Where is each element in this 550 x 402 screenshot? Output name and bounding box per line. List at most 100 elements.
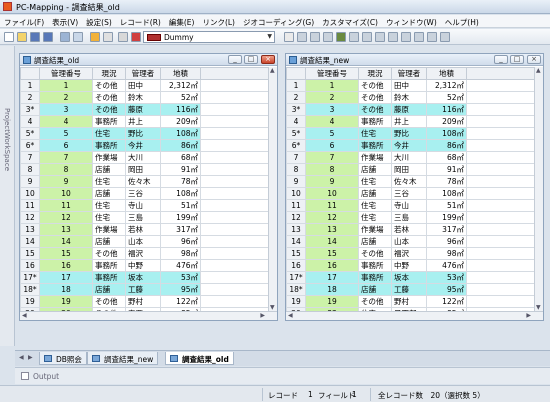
- cell-owner[interactable]: 佐々木: [391, 175, 427, 188]
- table-row[interactable]: 13 13 作業場 若林 317㎡: [20, 223, 269, 236]
- column-header[interactable]: 管理者: [391, 67, 427, 80]
- cell-owner[interactable]: 三島: [391, 211, 427, 224]
- row-number[interactable]: 8: [20, 163, 40, 176]
- cell-owner[interactable]: 田中: [391, 79, 427, 92]
- row-number[interactable]: 1: [286, 79, 306, 92]
- cell-area[interactable]: 108㎡: [426, 187, 467, 200]
- table-row[interactable]: 8 8 店舗 岡田 91㎡: [286, 163, 535, 176]
- cell-id[interactable]: 10: [39, 187, 93, 200]
- cell-owner[interactable]: 工藤: [391, 283, 427, 296]
- cell-owner[interactable]: 若林: [391, 223, 427, 236]
- table-row[interactable]: 11 11 住宅 寺山 51㎡: [20, 199, 269, 212]
- cell-area[interactable]: 122㎡: [426, 295, 467, 308]
- geocode-tool-icon[interactable]: [336, 32, 346, 42]
- cell-owner[interactable]: 井上: [391, 115, 427, 128]
- table-row[interactable]: 10 10 店舗 三谷 108㎡: [286, 187, 535, 200]
- cell-owner[interactable]: 大川: [125, 151, 161, 164]
- row-number[interactable]: 8: [286, 163, 306, 176]
- menu-item[interactable]: ファイル(F): [0, 15, 48, 27]
- preview-icon[interactable]: [73, 32, 83, 42]
- menu-item[interactable]: カスタマイズ(C): [318, 15, 382, 27]
- menu-item[interactable]: 表示(V): [48, 15, 82, 27]
- cell-status[interactable]: 住宅: [358, 127, 392, 140]
- row-number[interactable]: 19: [286, 295, 306, 308]
- window-old[interactable]: 調査結果_old _ □ × 管理番号 現況 管理者 地積 1 1 その他 田中 2,3…: [19, 53, 278, 321]
- table-row[interactable]: 14 14 店舗 山本 96㎡: [286, 235, 535, 248]
- tab-results-new[interactable]: 調査結果_new: [87, 352, 159, 365]
- open-folder-icon[interactable]: [17, 32, 27, 42]
- grid-tool-icon[interactable]: [284, 32, 294, 42]
- link-tool-icon[interactable]: [323, 32, 333, 42]
- table-row[interactable]: 19 19 その他 野村 122㎡: [286, 295, 535, 308]
- table-row[interactable]: 1 1 その他 田中 2,312㎡: [20, 79, 269, 92]
- cell-id[interactable]: 3: [39, 103, 93, 116]
- close-button[interactable]: ×: [261, 55, 275, 64]
- minimize-button[interactable]: _: [228, 55, 242, 64]
- cell-id[interactable]: 14: [305, 235, 359, 248]
- cell-area[interactable]: 51㎡: [426, 199, 467, 212]
- cell-status[interactable]: 事務所: [92, 115, 126, 128]
- row-number[interactable]: 6*: [20, 139, 40, 152]
- table-row[interactable]: 7 7 作業場 大川 68㎡: [20, 151, 269, 164]
- table-row[interactable]: 4 4 事務所 井上 209㎡: [286, 115, 535, 128]
- row-number-header[interactable]: [20, 67, 40, 80]
- cell-area[interactable]: 68㎡: [160, 151, 201, 164]
- cell-owner[interactable]: 今井: [125, 139, 161, 152]
- window-new[interactable]: 調査結果_new _ □ × 管理番号 現況 管理者 地積 1 1 その他 田中 2,3…: [285, 53, 544, 321]
- table-row[interactable]: 15 15 その他 福沢 98㎡: [20, 247, 269, 260]
- cell-status[interactable]: 作業場: [358, 223, 392, 236]
- table-row[interactable]: 9 9 住宅 佐々木 78㎡: [20, 175, 269, 188]
- cell-id[interactable]: 11: [305, 199, 359, 212]
- maximize-button[interactable]: □: [244, 55, 258, 64]
- cell-id[interactable]: 18: [39, 283, 93, 296]
- cell-id[interactable]: 11: [39, 199, 93, 212]
- chart-tool-icon[interactable]: [414, 32, 424, 42]
- row-number[interactable]: 16: [20, 259, 40, 272]
- scroll-up-icon[interactable]: ▲: [270, 67, 275, 74]
- column-header[interactable]: 地積: [426, 67, 467, 80]
- row-number[interactable]: 12: [20, 211, 40, 224]
- print-icon[interactable]: [60, 32, 70, 42]
- filter-tool-icon[interactable]: [362, 32, 372, 42]
- cell-owner[interactable]: 鈴木: [391, 91, 427, 104]
- cell-status[interactable]: 店舗: [358, 163, 392, 176]
- table-row[interactable]: 5* 5 住宅 野比 108㎡: [20, 127, 269, 140]
- cell-id[interactable]: 6: [39, 139, 93, 152]
- cell-status[interactable]: 店舗: [358, 235, 392, 248]
- cell-owner[interactable]: 田中: [125, 79, 161, 92]
- cell-status[interactable]: 作業場: [358, 151, 392, 164]
- cell-owner[interactable]: 藤原: [125, 103, 161, 116]
- layer-color-icon[interactable]: [131, 32, 141, 42]
- cell-id[interactable]: 9: [39, 175, 93, 188]
- row-number[interactable]: 2: [20, 91, 40, 104]
- cell-id[interactable]: 7: [39, 151, 93, 164]
- table-row[interactable]: 2 2 その他 鈴木 52㎡: [20, 91, 269, 104]
- cell-area[interactable]: 209㎡: [426, 115, 467, 128]
- row-number[interactable]: 10: [286, 187, 306, 200]
- cell-area[interactable]: 86㎡: [426, 139, 467, 152]
- cell-owner[interactable]: 今井: [391, 139, 427, 152]
- cell-status[interactable]: その他: [358, 79, 392, 92]
- row-number[interactable]: 7: [20, 151, 40, 164]
- cell-status[interactable]: 店舗: [92, 235, 126, 248]
- table-row[interactable]: 7 7 作業場 大川 68㎡: [286, 151, 535, 164]
- properties-icon[interactable]: [103, 32, 113, 42]
- project-workspace-panel[interactable]: ProjectWorkSpace: [0, 46, 15, 346]
- table-row[interactable]: 3* 3 その他 藤原 116㎡: [20, 103, 269, 116]
- cell-status[interactable]: 住宅: [92, 199, 126, 212]
- data-grid-new[interactable]: 管理番号 現況 管理者 地積 1 1 その他 田中 2,312㎡ 2 2 その他 鈴木 52㎡ 3*…: [286, 67, 535, 320]
- cell-area[interactable]: 53㎡: [426, 271, 467, 284]
- cell-id[interactable]: 17: [305, 271, 359, 284]
- cell-status[interactable]: 事務所: [92, 259, 126, 272]
- cell-id[interactable]: 16: [305, 259, 359, 272]
- map-tool-icon[interactable]: [440, 32, 450, 42]
- row-number[interactable]: 11: [286, 199, 306, 212]
- scroll-left-icon[interactable]: ◀: [22, 312, 27, 319]
- cell-status[interactable]: 事務所: [358, 271, 392, 284]
- cell-id[interactable]: 4: [305, 115, 359, 128]
- cell-status[interactable]: 住宅: [358, 199, 392, 212]
- table-row[interactable]: 9 9 住宅 佐々木 78㎡: [286, 175, 535, 188]
- cell-status[interactable]: 店舗: [358, 283, 392, 296]
- window-new-titlebar[interactable]: 調査結果_new _ □ ×: [286, 54, 543, 66]
- cell-id[interactable]: 12: [39, 211, 93, 224]
